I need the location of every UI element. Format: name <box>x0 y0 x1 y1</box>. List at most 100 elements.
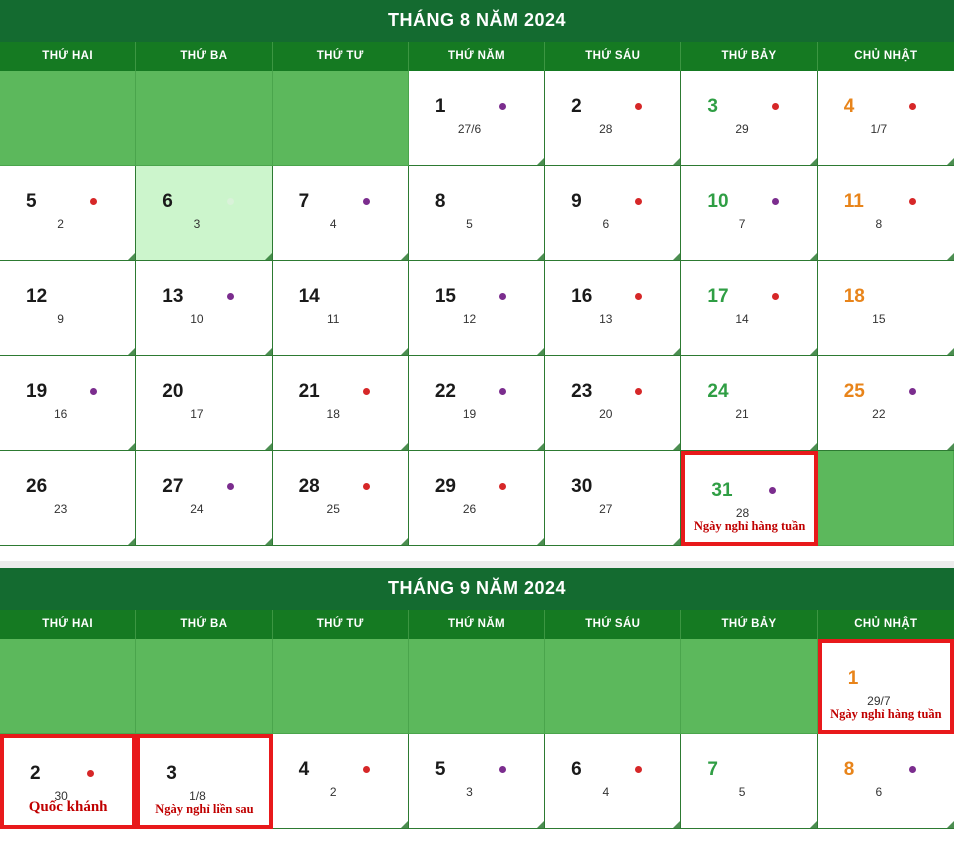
day-cell-2[interactable]: 2 28 <box>545 71 682 166</box>
day-cell-9[interactable]: 96 <box>545 166 682 261</box>
cell-corner-marker-icon <box>809 158 817 165</box>
day-cell-18[interactable]: 18 15 <box>817 261 954 356</box>
day-cell-4[interactable]: 42 <box>272 734 409 829</box>
month-title: THÁNG 8 NĂM 2024 <box>0 0 954 42</box>
lunar-date: 23 <box>53 502 68 516</box>
day-number: 25 <box>843 381 865 402</box>
lunar-date: 25 <box>326 502 340 516</box>
cell-corner-marker-icon <box>947 348 954 355</box>
day-cell-2[interactable]: 2 30 Quốc khánh <box>0 734 137 829</box>
cell-corner-marker-icon <box>673 253 681 260</box>
cell-corner-marker-icon <box>128 253 136 260</box>
day-number: 2 <box>30 763 41 784</box>
weekday-header-row: THỨ HAI THỨ BA THỨ TƯ THỨ NĂM THỨ SÁU THỨ BẢY… <box>0 42 954 71</box>
day-cell-3[interactable]: 3 1/8 Ngày nghỉ liền sau <box>136 734 273 829</box>
day-event-dot-icon <box>635 766 643 773</box>
day-cell-6[interactable]: 64 <box>545 734 682 829</box>
day-event-dot-icon <box>499 293 507 300</box>
day-cell-31[interactable]: 31 28 Ngày nghỉ hàng tuần <box>681 451 818 546</box>
day-event-dot-icon <box>226 483 234 490</box>
lunar-date: 14 <box>735 312 749 326</box>
day-cell-19[interactable]: 19 16 <box>0 356 137 451</box>
day-cell-12[interactable]: 12 9 <box>0 261 137 356</box>
day-cell-14[interactable]: 14 11 <box>272 261 409 356</box>
day-number: 8 <box>434 191 446 212</box>
day-number: 1 <box>434 96 446 117</box>
day-cell-5[interactable]: 53 <box>408 734 546 829</box>
day-cell-27[interactable]: 27 24 <box>136 451 273 546</box>
weekday-label-0: THỨ HAI <box>0 610 137 639</box>
week-row: 26 23 27 24 28 25 29 26 30 27 31 28 Ngày nghỉ hàng t… <box>0 451 954 546</box>
lunar-date: 27/6 <box>457 122 482 136</box>
day-number: 3 <box>707 96 718 117</box>
day-cell-20[interactable]: 20 17 <box>136 356 273 451</box>
lunar-date: 4 <box>329 217 337 231</box>
day-cell-21[interactable]: 21 18 <box>272 356 409 451</box>
day-event-dot-icon <box>635 198 643 205</box>
cell-corner-marker-icon <box>537 538 545 545</box>
cell-corner-marker-icon <box>947 158 954 165</box>
weekday-header-row: THỨ HAI THỨ BA THỨ TƯ THỨ NĂM THỨ SÁU THỨ BẢY… <box>0 610 954 639</box>
day-cell-5[interactable]: 52 <box>0 166 137 261</box>
month-block-august: THÁNG 8 NĂM 2024 THỨ HAI THỨ BA THỨ TƯ THỨ N… <box>0 0 954 561</box>
lunar-date: 26 <box>462 502 477 516</box>
day-cell-empty <box>681 639 818 734</box>
day-cell-30[interactable]: 30 27 <box>545 451 682 546</box>
lunar-date: 2 <box>329 785 337 799</box>
day-cell-15[interactable]: 15 12 <box>408 261 546 356</box>
day-event-dot-icon <box>362 198 370 205</box>
day-number: 10 <box>707 191 729 212</box>
day-event-dot-icon <box>768 487 776 494</box>
day-number: 7 <box>298 191 310 212</box>
day-event-dot-icon <box>635 293 643 300</box>
day-cell-8[interactable]: 85 <box>408 166 546 261</box>
weekday-label-6: CHỦ NHẬT <box>854 50 918 62</box>
day-cell-25[interactable]: 25 22 <box>817 356 954 451</box>
day-cell-1[interactable]: 1 29/7 Ngày nghỉ hàng tuần <box>817 639 954 734</box>
day-cell-16[interactable]: 16 13 <box>545 261 682 356</box>
day-cell-17[interactable]: 17 14 <box>681 261 818 356</box>
day-cell-7[interactable]: 74 <box>272 166 409 261</box>
calendar-page: THÁNG 8 NĂM 2024 THỨ HAI THỨ BA THỨ TƯ THỨ N… <box>0 0 954 849</box>
day-cell-23[interactable]: 23 20 <box>545 356 682 451</box>
day-cell-28[interactable]: 28 25 <box>272 451 409 546</box>
day-cell-empty <box>272 71 409 166</box>
day-cell-empty <box>0 71 137 166</box>
day-cell-3[interactable]: 3 29 <box>681 71 818 166</box>
day-cell-1[interactable]: 1 27/6 <box>408 71 546 166</box>
weekday-label-4: THỨ SÁU <box>545 42 682 71</box>
day-cell-4[interactable]: 4 1/7 <box>817 71 954 166</box>
day-cell-empty <box>136 71 273 166</box>
cell-corner-marker-icon <box>537 821 545 828</box>
day-cell-22[interactable]: 22 19 <box>408 356 546 451</box>
holiday-note: Ngày nghỉ hàng tuần <box>830 706 942 721</box>
lunar-date: 2 <box>57 217 64 231</box>
cell-corner-marker-icon <box>537 158 545 165</box>
day-cell-7[interactable]: 75 <box>681 734 818 829</box>
lunar-date: 3 <box>466 785 473 799</box>
cell-corner-marker-icon <box>673 538 681 545</box>
holiday-note: Ngày nghỉ hàng tuần <box>693 518 806 533</box>
weekday-label-4: THỨ SÁU <box>545 610 682 639</box>
day-event-dot-icon <box>499 766 507 773</box>
month-block-september: THÁNG 9 NĂM 2024 THỨ HAI THỨ BA THỨ TƯ THỨ N… <box>0 568 954 849</box>
weekday-label-1: THỨ BA <box>136 610 273 639</box>
cell-corner-marker-icon <box>673 348 681 355</box>
cell-corner-marker-icon <box>264 253 272 260</box>
day-cell-6[interactable]: 63 <box>136 166 273 261</box>
day-cell-empty <box>408 639 546 734</box>
day-cell-24[interactable]: 24 21 <box>681 356 818 451</box>
week-row: 12 9 13 10 14 11 15 12 16 13 17 14 18 15 <box>0 261 954 356</box>
day-cell-13[interactable]: 13 10 <box>136 261 273 356</box>
lunar-date: 8 <box>875 217 883 231</box>
day-number: 29 <box>434 476 456 497</box>
weeks-container: 1 27/6 2 28 3 29 4 1/7 5 2 6 3 7 4 8 5 9 6 10 7 11 8 12 9 13 10 14… <box>0 71 954 546</box>
day-cell-26[interactable]: 26 23 <box>0 451 137 546</box>
day-cell-8[interactable]: 86 <box>817 734 954 829</box>
day-cell-10[interactable]: 10 7 <box>681 166 818 261</box>
day-event-dot-icon <box>771 293 779 300</box>
day-cell-29[interactable]: 29 26 <box>408 451 546 546</box>
day-cell-11[interactable]: 11 8 <box>817 166 954 261</box>
weekday-label-0: THỨ HAI <box>0 42 137 71</box>
day-number: 9 <box>571 191 582 212</box>
